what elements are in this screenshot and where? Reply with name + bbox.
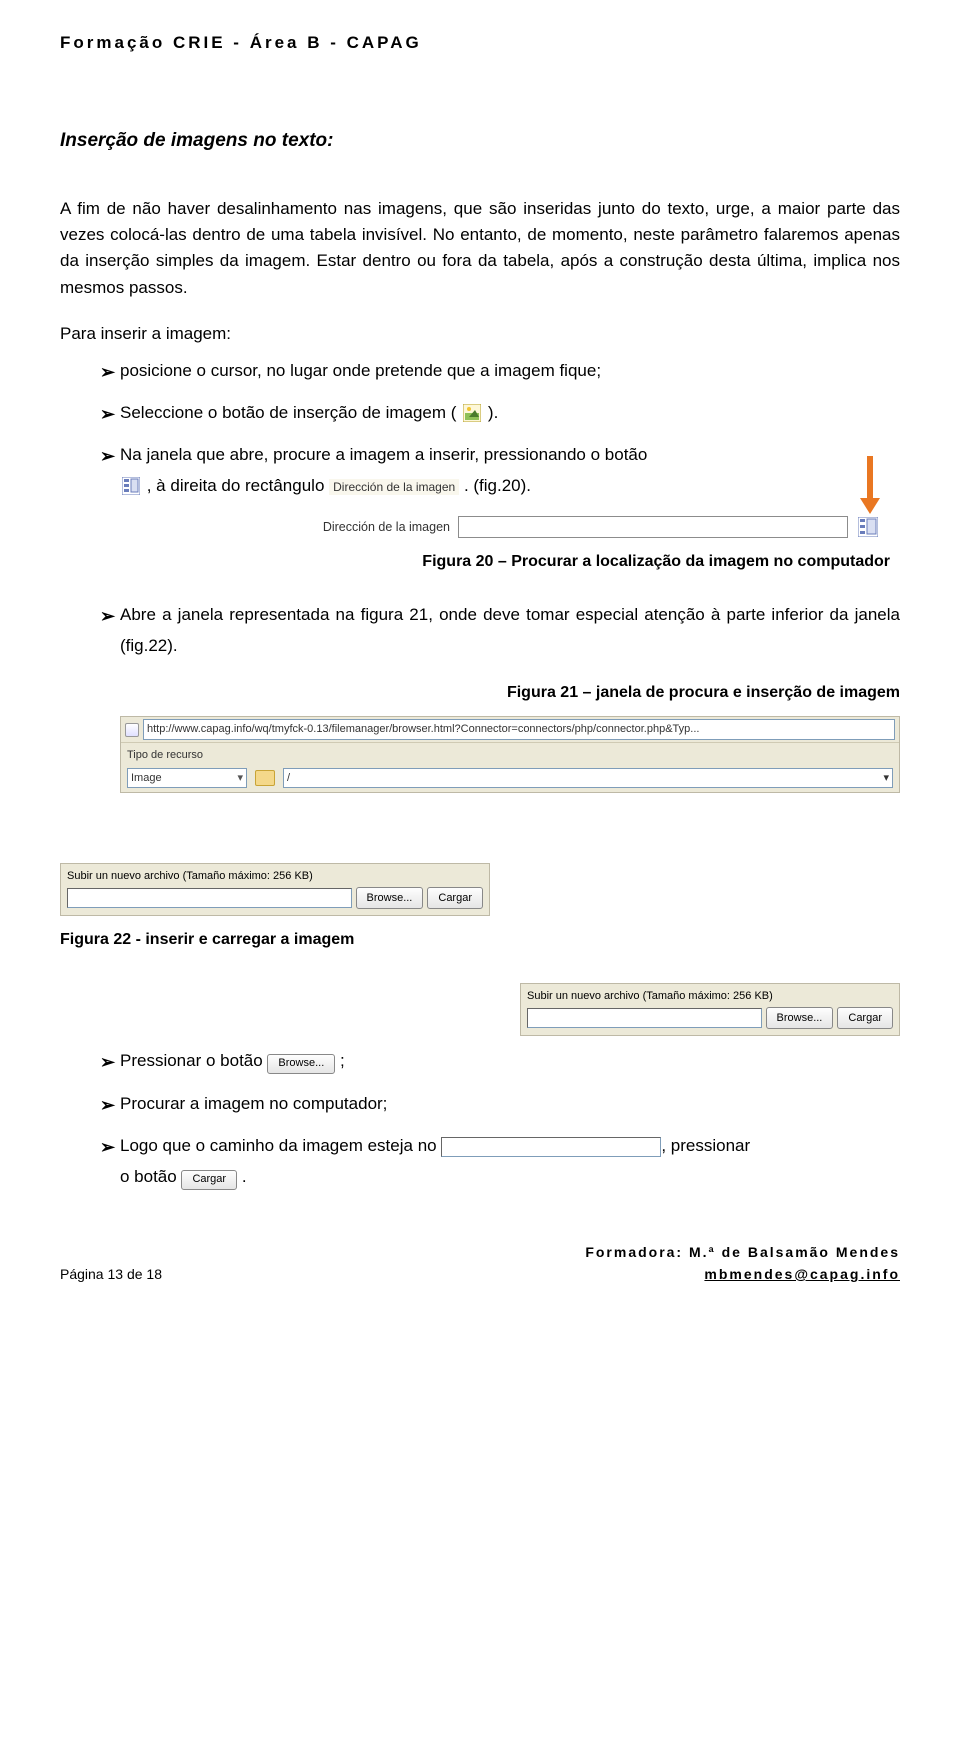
bullet-2-text-a: Seleccione o botão de inserção de imagem… bbox=[120, 403, 456, 422]
bullet-3: ➢ Na janela que abre, procure a imagem a… bbox=[100, 440, 900, 501]
chevron-down-icon: ▾ bbox=[237, 770, 243, 787]
resource-type-value: Image bbox=[131, 770, 162, 787]
formadora-name: Formadora: M.ª de Balsamão Mendes bbox=[585, 1242, 900, 1264]
bullet-7-text-b: , pressionar bbox=[661, 1136, 750, 1155]
list-intro: Para inserir a imagem: bbox=[60, 321, 900, 347]
path-value: / bbox=[287, 770, 290, 787]
bullet-arrow-icon: ➢ bbox=[100, 1089, 120, 1121]
bullet-7-text-d: . bbox=[242, 1167, 247, 1186]
upload-title: Subir un nuevo archivo (Tamaño máximo: 2… bbox=[67, 868, 483, 885]
bullet-7-text-a: Logo que o caminho da imagem esteja no bbox=[120, 1136, 441, 1155]
bullet-5-text-b: ; bbox=[340, 1051, 345, 1070]
bullet-7-text: Logo que o caminho da imagem esteja no ,… bbox=[120, 1131, 900, 1192]
bullet-7: ➢ Logo que o caminho da imagem esteja no… bbox=[100, 1131, 900, 1192]
bullet-5-text: Pressionar o botão Browse... ; bbox=[120, 1046, 900, 1077]
bullet-2-text-b: ). bbox=[488, 403, 498, 422]
bullet-2-text: Seleccione o botão de inserção de imagem… bbox=[120, 398, 900, 429]
image-address-input[interactable] bbox=[458, 516, 848, 538]
cargar-button-small[interactable]: Cargar bbox=[837, 1007, 893, 1029]
figure-22-right-panel: Subir un nuevo archivo (Tamaño máximo: 2… bbox=[520, 983, 900, 1036]
bullet-7-text-c: o botão bbox=[120, 1167, 181, 1186]
bullet-3-text: Na janela que abre, procure a imagem a i… bbox=[120, 440, 900, 501]
page-number: Página 13 de 18 bbox=[60, 1264, 162, 1286]
bullet-4: ➢ Abre a janela representada na figura 2… bbox=[100, 600, 900, 661]
bullet-6: ➢ Procurar a imagem no computador; bbox=[100, 1089, 900, 1121]
path-empty-field[interactable] bbox=[441, 1137, 661, 1157]
bullet-4-text: Abre a janela representada na figura 21,… bbox=[120, 600, 900, 661]
bullet-6-text: Procurar a imagem no computador; bbox=[120, 1089, 900, 1120]
image-insert-icon bbox=[463, 404, 481, 422]
bullet-arrow-icon: ➢ bbox=[100, 356, 120, 388]
bullet-arrow-icon: ➢ bbox=[100, 440, 120, 472]
browse-button-inline[interactable]: Browse... bbox=[267, 1054, 335, 1074]
resource-type-label: Tipo de recurso bbox=[127, 747, 203, 764]
figure-21-browser: http://www.capag.info/wq/tmyfck-0.13/fil… bbox=[120, 716, 900, 793]
browse-dialog-icon bbox=[122, 477, 140, 495]
section-title: Inserção de imagens no texto: bbox=[60, 126, 900, 155]
formadora-email: mbmendes@capag.info bbox=[585, 1264, 900, 1286]
figure-22-caption: Figura 22 - inserir e carregar a imagem bbox=[60, 928, 490, 953]
bullet-1: ➢ posicione o cursor, no lugar onde pret… bbox=[100, 356, 900, 388]
path-field[interactable]: / ▾ bbox=[283, 768, 893, 788]
bullet-arrow-icon: ➢ bbox=[100, 1131, 120, 1163]
figure-21-caption: Figura 21 – janela de procura e inserção… bbox=[60, 681, 900, 706]
bullet-arrow-icon: ➢ bbox=[100, 600, 120, 632]
browse-button-small[interactable]: Browse... bbox=[766, 1007, 834, 1029]
upload-title-small: Subir un nuevo archivo (Tamaño máximo: 2… bbox=[527, 988, 893, 1005]
upload-file-input-small[interactable] bbox=[527, 1008, 762, 1028]
bullet-5: ➢ Pressionar o botão Browse... ; bbox=[100, 1046, 900, 1078]
bullet-5-text-a: Pressionar o botão bbox=[120, 1051, 267, 1070]
browse-button[interactable]: Browse... bbox=[356, 887, 424, 909]
figure-20: Dirección de la imagen Figura 20 – Procu… bbox=[60, 516, 900, 575]
bullet-3-text-c: . (fig.20). bbox=[464, 476, 531, 495]
bullet-list-2: ➢ Abre a janela representada na figura 2… bbox=[100, 600, 900, 661]
upload-panel: Subir un nuevo archivo (Tamaño máximo: 2… bbox=[60, 863, 490, 916]
bullet-1-text: posicione o cursor, no lugar onde preten… bbox=[120, 356, 900, 387]
page-icon bbox=[125, 723, 139, 737]
figure-22: Subir un nuevo archivo (Tamaño máximo: 2… bbox=[60, 863, 490, 953]
bullet-3-text-a: Na janela que abre, procure a imagem a i… bbox=[120, 445, 647, 464]
cargar-button[interactable]: Cargar bbox=[427, 887, 483, 909]
bullet-2: ➢ Seleccione o botão de inserção de imag… bbox=[100, 398, 900, 430]
page-header: Formação CRIE - Área B - CAPAG bbox=[60, 30, 900, 56]
bullet-3-text-b: , à direita do rectângulo bbox=[147, 476, 329, 495]
page-footer: Página 13 de 18 Formadora: M.ª de Balsam… bbox=[60, 1242, 900, 1285]
figure-20-caption: Figura 20 – Procurar a localização da im… bbox=[60, 550, 890, 575]
bullet-arrow-icon: ➢ bbox=[100, 398, 120, 430]
direccion-label: Dirección de la imagen bbox=[323, 518, 450, 537]
direccion-label-inline: Dirección de la imagen bbox=[329, 479, 459, 495]
bullet-list: ➢ posicione o cursor, no lugar onde pret… bbox=[100, 356, 900, 502]
address-text[interactable]: http://www.capag.info/wq/tmyfck-0.13/fil… bbox=[143, 719, 895, 740]
bullet-arrow-icon: ➢ bbox=[100, 1046, 120, 1078]
upload-file-input[interactable] bbox=[67, 888, 352, 908]
folder-icon[interactable] bbox=[255, 770, 275, 786]
cargar-button-inline[interactable]: Cargar bbox=[181, 1170, 237, 1190]
chevron-down-icon: ▾ bbox=[883, 770, 889, 787]
resource-type-select[interactable]: Image ▾ bbox=[127, 768, 247, 788]
pointer-arrow-icon bbox=[858, 456, 882, 522]
paragraph-intro: A fim de não haver desalinhamento nas im… bbox=[60, 196, 900, 301]
address-bar: http://www.capag.info/wq/tmyfck-0.13/fil… bbox=[121, 717, 899, 743]
bullet-list-3: ➢ Pressionar o botão Browse... ; ➢ Procu… bbox=[100, 1046, 900, 1192]
